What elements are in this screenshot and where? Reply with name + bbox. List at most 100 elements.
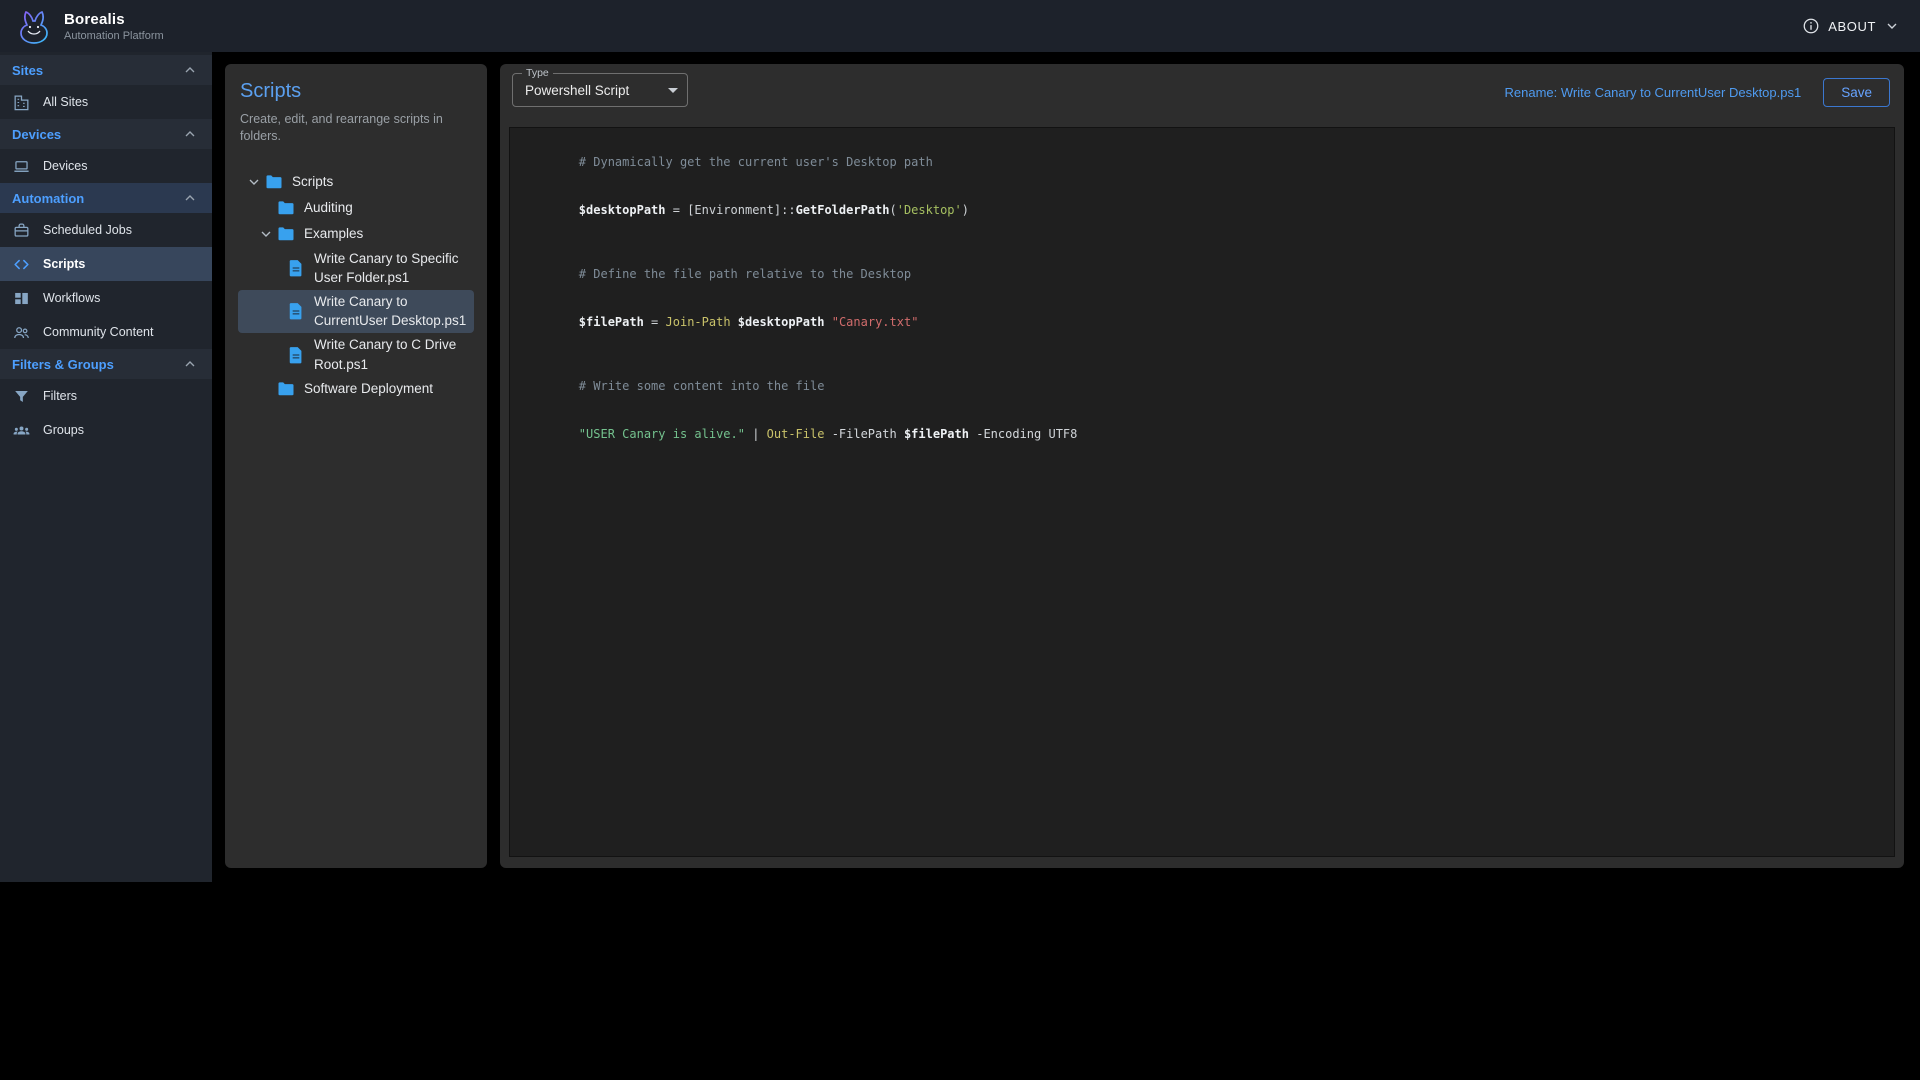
script-type-select[interactable]: Type Powershell Script [512,73,688,107]
code-token: # Define the file path relative to the D… [579,267,911,281]
rename-link[interactable]: Rename: Write Canary to CurrentUser Desk… [1505,85,1802,100]
info-icon [1802,17,1820,35]
scripts-icon [12,255,31,274]
file-icon [286,301,308,321]
code-token: -Encoding [976,427,1041,441]
code-token: $filePath [579,315,644,329]
tree-item-label: Write Canary to CurrentUser Desktop.ps1 [314,292,474,331]
sidebar-item-workflows[interactable]: Workflows [0,281,212,315]
tree-item-label: Examples [304,224,363,244]
brand-text: Borealis Automation Platform [64,11,164,42]
tree-file-write-canary-specific-user[interactable]: Write Canary to Specific User Folder.ps1 [238,247,474,290]
code-token: $desktopPath [579,203,666,217]
type-select-label: Type [522,67,553,79]
code-token: # Dynamically get the current user's Des… [579,155,933,169]
sidebar-section-devices[interactable]: Devices [0,119,212,149]
scheduled-jobs-icon [12,221,31,240]
section-label: Automation [12,191,84,206]
tree-item-label: Auditing [304,198,353,218]
section-label: Sites [12,63,43,78]
code-token: $filePath [904,427,969,441]
chevron-up-icon [182,356,198,372]
sidebar-item-filters[interactable]: Filters [0,379,212,413]
chevron-down-icon[interactable] [244,172,264,192]
tree-file-write-canary-currentuser-desktop[interactable]: Write Canary to CurrentUser Desktop.ps1 [238,290,474,333]
code-line: # Define the file path relative to the D… [521,250,1883,298]
brand-name: Borealis [64,11,164,28]
code-line: $filePath = Join-Path $desktopPath "Cana… [521,298,1883,346]
sidebar-item-groups[interactable]: Groups [0,413,212,447]
tree-file-write-canary-c-drive-root[interactable]: Write Canary to C Drive Root.ps1 [238,333,474,376]
code-line-empty [521,346,1883,362]
code-token: $desktopPath [738,315,825,329]
save-button[interactable]: Save [1823,78,1890,107]
tree-item-label: Software Deployment [304,379,433,399]
sidebar-item-label: Groups [43,423,84,437]
sidebar-item-label: Filters [43,389,77,403]
section-label: Devices [12,127,61,142]
chevron-up-icon [182,126,198,142]
code-line: # Write some content into the file [521,362,1883,410]
sidebar-item-scheduled-jobs[interactable]: Scheduled Jobs [0,213,212,247]
brand-subtitle: Automation Platform [64,30,164,42]
sidebar-item-community-content[interactable]: Community Content [0,315,212,349]
code-token: = [666,203,688,217]
sidebar-item-label: Devices [43,159,87,173]
app-root: Borealis Automation Platform ABOUT Sites [0,0,1920,1080]
sidebar-section-automation[interactable]: Automation [0,183,212,213]
chevron-spacer [256,379,276,399]
sidebar-item-label: All Sites [43,95,88,109]
chevron-spacer [256,198,276,218]
chevron-down-icon [1884,18,1900,34]
tree-folder-scripts[interactable]: Scripts [238,169,474,195]
filters-icon [12,387,31,406]
code-editor[interactable]: # Dynamically get the current user's Des… [509,127,1895,857]
sidebar-item-scripts[interactable]: Scripts [0,247,212,281]
toolbar-right: Rename: Write Canary to CurrentUser Desk… [1505,78,1891,107]
code-token [731,315,738,329]
chevron-up-icon [182,62,198,78]
code-token: = [644,315,666,329]
script-editor-panel: Type Powershell Script Rename: Write Can… [500,64,1904,868]
tree-folder-examples[interactable]: Examples [238,221,474,247]
file-icon [286,258,308,278]
tree-folder-auditing[interactable]: Auditing [238,195,474,221]
sidebar-item-label: Scheduled Jobs [43,223,132,237]
chevron-spacer [266,345,286,365]
sidebar-item-label: Workflows [43,291,100,305]
code-token: GetFolderPath [796,203,890,217]
folder-icon [264,172,286,192]
code-line-empty [521,234,1883,250]
code-token: "USER Canary is alive." [579,427,745,441]
about-menu-button[interactable]: ABOUT [1802,17,1900,35]
folder-icon [276,379,298,399]
code-line: $desktopPath = [Environment]::GetFolderP… [521,186,1883,234]
panel-title: Scripts [240,80,474,103]
app-header: Borealis Automation Platform ABOUT [0,0,1920,52]
sidebar-section-filters-groups[interactable]: Filters & Groups [0,349,212,379]
community-content-icon [12,323,31,342]
sidebar-item-devices[interactable]: Devices [0,149,212,183]
sidebar-item-all-sites[interactable]: All Sites [0,85,212,119]
folder-icon [276,224,298,244]
code-token: | [745,427,767,441]
code-token [824,427,831,441]
sites-icon [12,93,31,112]
chevron-up-icon [182,190,198,206]
code-token: [Environment] [687,203,781,217]
sidebar-item-label: Scripts [43,257,85,271]
devices-icon [12,157,31,176]
sidebar-item-label: Community Content [43,325,153,339]
code-token: -FilePath [832,427,897,441]
tree-item-label: Scripts [292,172,333,192]
workflows-icon [12,289,31,308]
code-token: "Canary.txt" [832,315,919,329]
tree-item-label: Write Canary to Specific User Folder.ps1 [314,249,474,288]
panel-subtitle: Create, edit, and rearrange scripts in f… [240,111,474,145]
chevron-down-icon[interactable] [256,224,276,244]
tree-folder-software-deployment[interactable]: Software Deployment [238,376,474,402]
sidebar-section-sites[interactable]: Sites [0,55,212,85]
code-token [824,315,831,329]
code-token: :: [781,203,795,217]
chevron-spacer [266,301,286,321]
